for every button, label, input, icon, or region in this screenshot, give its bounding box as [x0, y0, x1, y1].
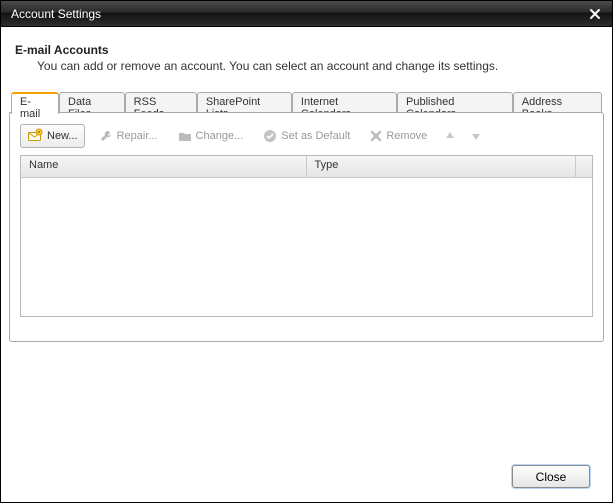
footer: Close	[9, 343, 604, 502]
account-settings-window: Account Settings E-mail Accounts You can…	[0, 0, 613, 503]
window-title: Account Settings	[11, 7, 584, 21]
header-block: E-mail Accounts You can add or remove an…	[9, 35, 604, 91]
accounts-list-header: Name Type	[20, 155, 593, 177]
toolbar: New... Repair... Change...	[20, 123, 593, 149]
new-button[interactable]: New...	[20, 124, 85, 148]
accounts-list-body[interactable]	[20, 177, 593, 317]
column-type[interactable]: Type	[307, 156, 577, 177]
check-circle-icon	[263, 129, 277, 143]
tab-published-calendars[interactable]: Published Calendars	[397, 92, 513, 113]
change-label: Change...	[196, 130, 244, 142]
close-button[interactable]: Close	[512, 465, 590, 488]
tab-panel: New... Repair... Change...	[9, 112, 604, 342]
tab-data-files[interactable]: Data Files	[59, 92, 125, 113]
client-area: E-mail Accounts You can add or remove an…	[1, 27, 612, 502]
tab-internet-calendars[interactable]: Internet Calendars	[292, 92, 397, 113]
tab-strip: E-mail Data Files RSS Feeds SharePoint L…	[9, 91, 604, 113]
set-default-button: Set as Default	[257, 124, 356, 148]
tab-sharepoint-lists[interactable]: SharePoint Lists	[197, 92, 292, 113]
envelope-new-icon	[27, 128, 43, 144]
repair-button: Repair...	[93, 124, 164, 148]
remove-label: Remove	[386, 130, 427, 142]
column-name[interactable]: Name	[21, 156, 307, 177]
remove-button: Remove	[364, 124, 433, 148]
new-label: New...	[47, 130, 78, 142]
folder-edit-icon	[178, 129, 192, 143]
move-up-button	[441, 125, 459, 147]
page-description: You can add or remove an account. You ca…	[37, 59, 598, 73]
move-down-button	[467, 125, 485, 147]
page-title: E-mail Accounts	[15, 43, 598, 57]
tab-email[interactable]: E-mail	[11, 92, 59, 114]
column-spacer	[576, 156, 592, 177]
close-icon[interactable]	[584, 5, 606, 23]
wrench-icon	[99, 129, 113, 143]
tab-rss-feeds[interactable]: RSS Feeds	[125, 92, 197, 113]
x-icon	[370, 130, 382, 142]
titlebar: Account Settings	[1, 1, 612, 27]
change-button: Change...	[172, 124, 250, 148]
tab-address-books[interactable]: Address Books	[513, 92, 602, 113]
repair-label: Repair...	[117, 130, 158, 142]
set-default-label: Set as Default	[281, 130, 350, 142]
